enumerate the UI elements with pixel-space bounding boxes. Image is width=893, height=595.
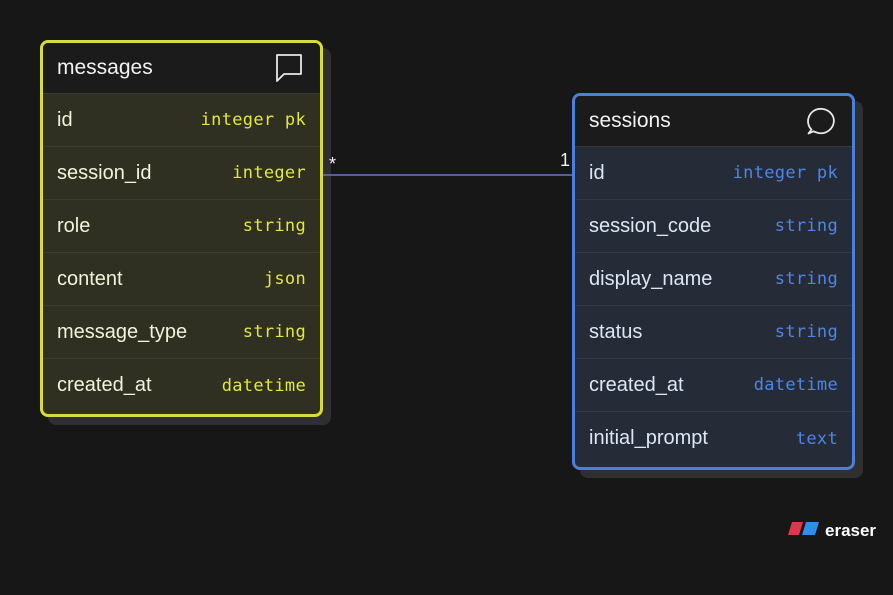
sessions-table-header[interactable]: sessions [575, 96, 852, 147]
messages-field-row[interactable]: created_at datetime [43, 359, 320, 412]
messages-table-header[interactable]: messages [43, 43, 320, 94]
field-name: role [57, 214, 91, 237]
field-type: integer pk [200, 110, 306, 130]
field-name: created_at [57, 374, 152, 396]
field-name: initial_prompt [589, 427, 708, 449]
field-type: string [242, 322, 306, 342]
messages-field-row[interactable]: id integer pk [43, 94, 320, 147]
field-name: created_at [589, 373, 684, 396]
field-type: datetime [753, 375, 838, 395]
cardinality-many-label: * [329, 154, 337, 174]
messages-table[interactable]: messages id integer pk session_id intege… [40, 40, 323, 417]
messages-field-row[interactable]: role string [43, 200, 320, 253]
field-name: message_type [57, 320, 188, 343]
field-name: id [589, 161, 605, 184]
relationship-line[interactable] [314, 174, 578, 176]
field-type: string [242, 216, 306, 236]
field-type: string [774, 269, 838, 289]
comment-bubble-icon [805, 105, 837, 137]
messages-field-row[interactable]: message_type string [43, 306, 320, 359]
cardinality-one-label: 1 [560, 150, 571, 170]
field-type: datetime [221, 375, 306, 396]
field-name: id [57, 108, 73, 131]
eraser-brand-text: eraser [825, 521, 877, 540]
sessions-field-row[interactable]: display_name string [575, 253, 852, 306]
field-type: string [774, 216, 838, 236]
field-name: display_name [589, 267, 713, 290]
sessions-table-title: sessions [589, 109, 671, 132]
sessions-field-row[interactable]: id integer pk [575, 147, 852, 200]
field-name: session_id [57, 161, 152, 184]
sessions-field-row[interactable]: status string [575, 306, 852, 359]
field-name: session_code [589, 214, 712, 237]
sessions-table[interactable]: sessions id integer pk session_code stri… [572, 93, 855, 470]
eraser-brand[interactable]: eraser [788, 521, 876, 541]
field-type: integer [232, 163, 306, 183]
field-name: status [589, 320, 643, 343]
field-type: string [774, 322, 838, 342]
sessions-field-row[interactable]: session_code string [575, 200, 852, 253]
comment-square-icon [273, 52, 305, 84]
field-name: content [57, 267, 123, 290]
sessions-field-row[interactable]: initial_prompt text [575, 412, 852, 465]
field-type: text [795, 428, 838, 449]
eraser-logo-icon [788, 522, 819, 540]
messages-field-row[interactable]: session_id integer [43, 147, 320, 200]
diagram-canvas: * 1 messages id integer pk session_id in… [0, 0, 893, 595]
field-type: json [263, 269, 306, 289]
sessions-field-row[interactable]: created_at datetime [575, 359, 852, 412]
field-type: integer pk [732, 163, 838, 183]
messages-table-title: messages [57, 56, 153, 79]
messages-field-row[interactable]: content json [43, 253, 320, 306]
